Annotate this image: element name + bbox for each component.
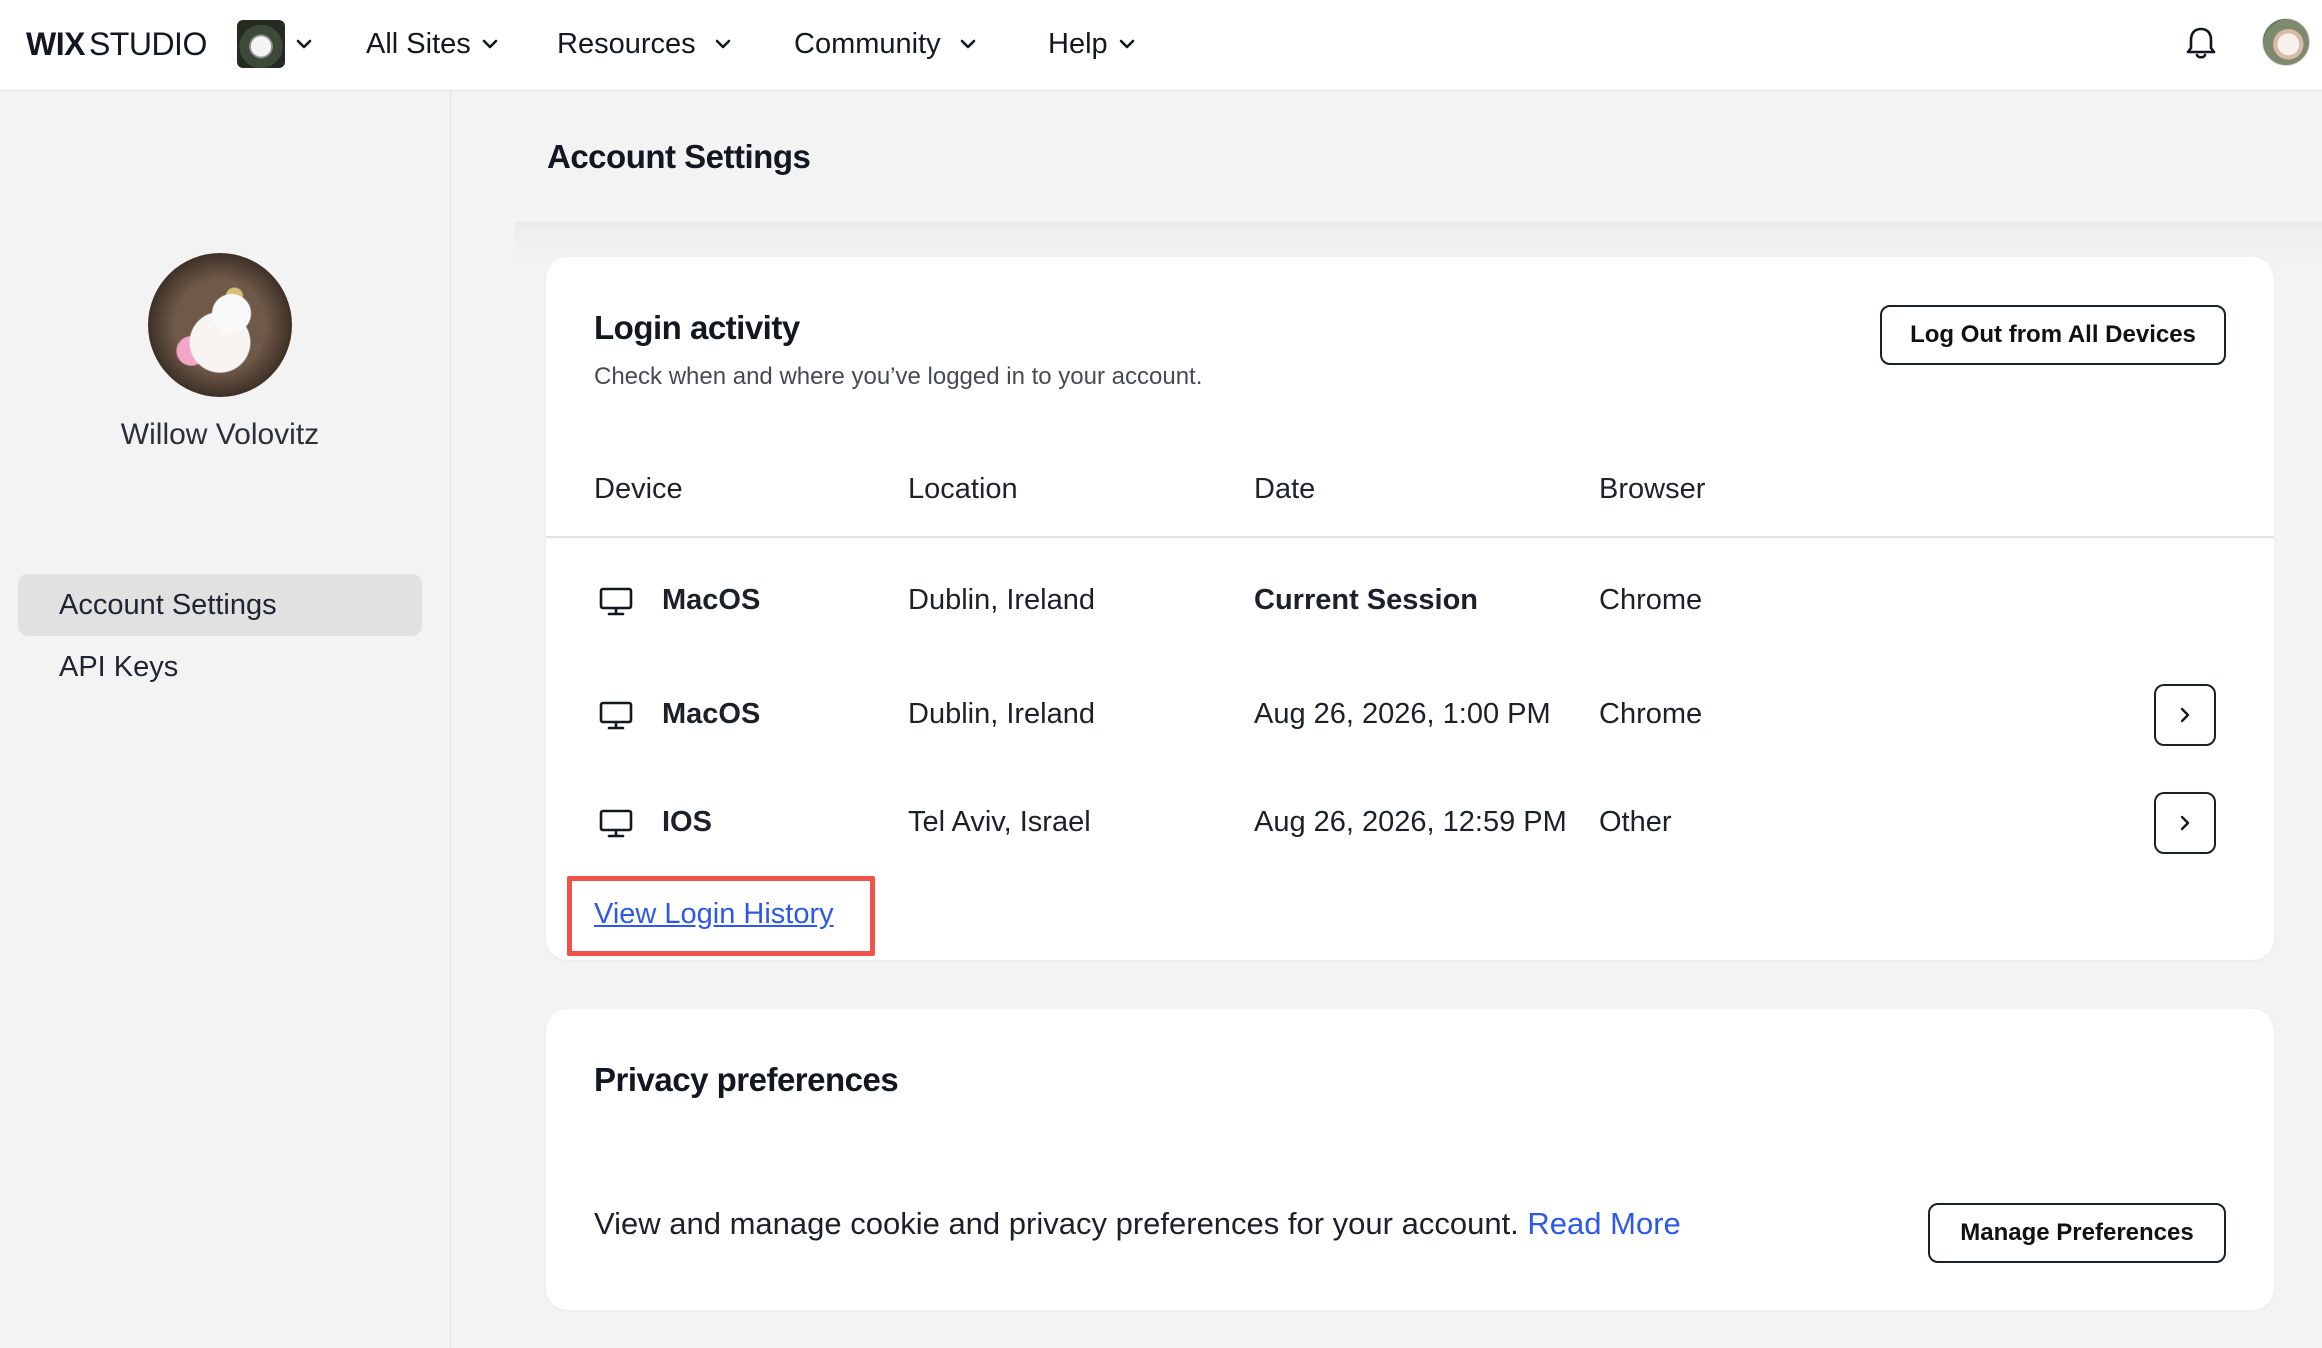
desktop-icon [599, 809, 633, 838]
sidebar-item-label: API Keys [59, 650, 179, 683]
row-date: Aug 26, 2026, 1:00 PM [1254, 698, 1551, 730]
user-avatar[interactable] [2262, 18, 2310, 66]
read-more-link[interactable]: Read More [1527, 1206, 1680, 1241]
site-thumbnail-icon [237, 20, 285, 68]
privacy-preferences-card: Privacy preferences View and manage cook… [546, 1009, 2274, 1310]
chevron-down-icon [296, 39, 312, 49]
desktop-icon [599, 701, 633, 730]
sidebar-item-label: Account Settings [59, 588, 277, 621]
logo-bold: WIX [26, 25, 85, 62]
chevron-down-icon [482, 39, 498, 49]
chevron-down-icon [715, 39, 730, 49]
row-location: Dublin, Ireland [908, 698, 1095, 730]
login-activity-subtitle: Check when and where you’ve logged in to… [594, 363, 1203, 390]
row-location: Tel Aviv, Israel [908, 806, 1091, 838]
nav-resources-label: Resources [557, 27, 696, 60]
chevron-right-icon [2180, 815, 2190, 831]
page-title: Account Settings [547, 138, 811, 175]
row-browser: Chrome [1599, 698, 1703, 730]
row-date: Aug 26, 2026, 12:59 PM [1254, 806, 1567, 838]
privacy-text: View and manage cookie and privacy prefe… [594, 1206, 1528, 1241]
nav-community-label: Community [794, 27, 941, 60]
chevron-down-icon [1119, 39, 1134, 49]
bell-icon[interactable] [2184, 24, 2218, 62]
column-header-device: Device [594, 473, 683, 505]
row-date: Current Session [1254, 584, 1478, 616]
nav-community[interactable]: Community [794, 22, 979, 66]
profile-avatar [148, 253, 292, 397]
profile-name: Willow Volovitz [120, 418, 320, 451]
row-browser: Chrome [1599, 584, 1703, 616]
sidebar: Willow Volovitz Account Settings API Key… [0, 91, 451, 1348]
chevron-down-icon [960, 39, 975, 49]
row-device: IOS [662, 806, 712, 838]
view-login-history-link[interactable]: View Login History [594, 898, 834, 931]
privacy-title: Privacy preferences [594, 1061, 899, 1098]
sidebar-item-api-keys[interactable]: API Keys [18, 636, 422, 698]
column-header-browser: Browser [1599, 473, 1706, 505]
top-bar: WIX STUDIO All Sites Resources Community… [0, 0, 2322, 91]
wix-studio-logo[interactable]: WIX STUDIO [26, 24, 207, 64]
site-switcher[interactable] [237, 19, 315, 69]
nav-help[interactable]: Help [1048, 22, 1138, 66]
logo-light: STUDIO [88, 25, 207, 62]
nav-help-label: Help [1048, 27, 1108, 60]
row-details-button[interactable] [2154, 792, 2216, 854]
column-header-location: Location [908, 473, 1018, 505]
nav-resources[interactable]: Resources [557, 22, 734, 66]
row-location: Dublin, Ireland [908, 584, 1095, 616]
login-activity-card: Login activity Check when and where you’… [546, 257, 2274, 960]
row-browser: Other [1599, 806, 1672, 838]
row-device: MacOS [662, 698, 761, 730]
row-details-button[interactable] [2154, 684, 2216, 746]
sidebar-item-account-settings[interactable]: Account Settings [18, 574, 422, 636]
chevron-right-icon [2180, 707, 2190, 723]
log-out-all-devices-button[interactable]: Log Out from All Devices [1880, 305, 2226, 365]
nav-all-sites[interactable]: All Sites [366, 22, 501, 66]
row-device: MacOS [662, 584, 761, 616]
manage-preferences-button[interactable]: Manage Preferences [1928, 1203, 2226, 1263]
table-header-divider [546, 536, 2274, 538]
desktop-icon [599, 587, 633, 616]
nav-all-sites-label: All Sites [366, 27, 471, 60]
login-activity-title: Login activity [594, 309, 800, 346]
column-header-date: Date [1254, 473, 1316, 505]
privacy-description: View and manage cookie and privacy prefe… [594, 1206, 1681, 1242]
